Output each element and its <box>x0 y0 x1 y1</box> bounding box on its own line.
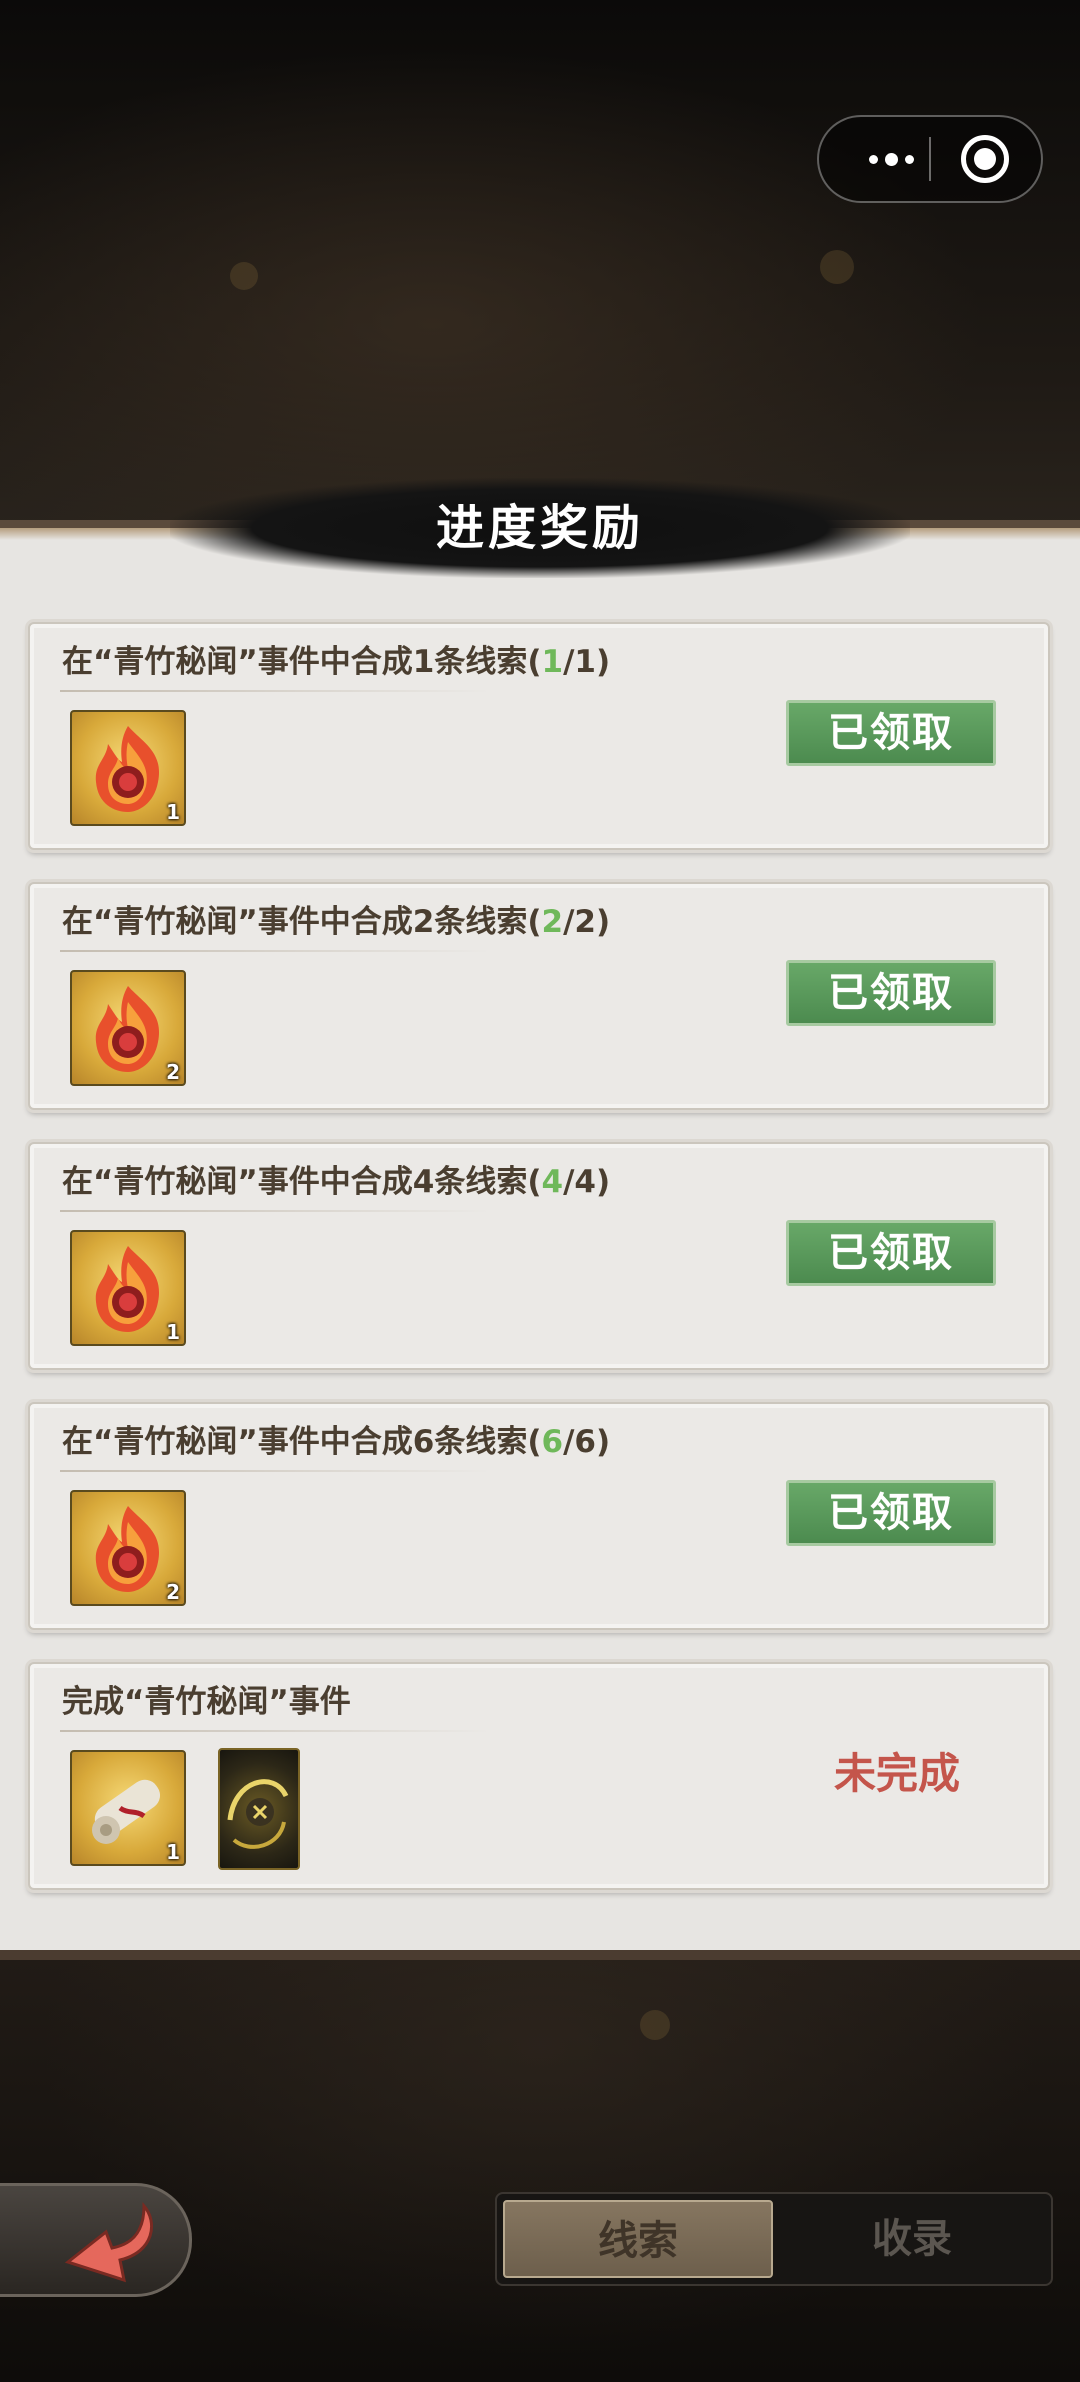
back-arrow-icon <box>64 2202 153 2283</box>
page-title: 进度奖励 <box>435 500 644 556</box>
capsule-divider <box>929 137 931 181</box>
reward-item[interactable]: 1 <box>70 1750 186 1866</box>
task-title: 在“青竹秘闻”事件中合成4条线索(4/4) <box>62 1164 611 1200</box>
background-ornament <box>640 2010 670 2040</box>
progress-done-count: 4 <box>541 1164 564 1200</box>
background-ornament <box>820 250 854 284</box>
reward-count: 1 <box>166 800 180 824</box>
claimed-button[interactable]: 已领取 <box>786 960 996 1026</box>
task-title: 在“青竹秘闻”事件中合成1条线索(1/1) <box>62 644 611 680</box>
claimed-button[interactable]: 已领取 <box>786 1480 996 1546</box>
task-card: 在“青竹秘闻”事件中合成6条线索(6/6) 2 已领取 <box>28 1402 1050 1630</box>
bottom-tab-bar: 线索 收录 <box>495 2192 1053 2286</box>
task-title: 完成“青竹秘闻”事件 <box>62 1684 351 1720</box>
reward-count: 2 <box>166 1060 180 1084</box>
more-dots-icon[interactable] <box>851 117 931 201</box>
task-card: 在“青竹秘闻”事件中合成1条线索(1/1) 1 已领取 <box>28 622 1050 850</box>
title-underline <box>60 1210 490 1212</box>
tab-clues[interactable]: 线索 <box>503 2200 773 2278</box>
target-circle-icon[interactable] <box>961 135 1009 183</box>
incomplete-status: 未完成 <box>833 1749 960 1798</box>
progress-done-count: 1 <box>541 644 564 680</box>
reward-item[interactable]: 1 <box>70 710 186 826</box>
task-title: 在“青竹秘闻”事件中合成6条线索(6/6) <box>62 1424 611 1460</box>
game-background-top <box>0 0 1080 540</box>
title-underline <box>60 950 490 952</box>
reward-count: 1 <box>166 1840 180 1864</box>
back-button[interactable] <box>0 2183 192 2297</box>
tab-collection[interactable]: 收录 <box>777 2200 1047 2278</box>
task-title: 在“青竹秘闻”事件中合成2条线索(2/2) <box>62 904 611 940</box>
reward-panel: 在“青竹秘闻”事件中合成1条线索(1/1) 1 已领取 在“青竹秘闻”事件中合成… <box>0 520 1080 1960</box>
reward-item[interactable]: 2 <box>70 1490 186 1606</box>
task-card: 完成“青竹秘闻”事件 1 未完成 <box>28 1662 1050 1890</box>
golden-swirl-icon <box>227 1779 289 1849</box>
title-underline <box>60 1470 490 1472</box>
reward-item[interactable]: 1 <box>70 1230 186 1346</box>
title-underline <box>60 690 490 692</box>
progress-done-count: 2 <box>541 904 564 940</box>
game-background-bottom <box>0 1960 1080 2382</box>
background-ornament <box>230 262 258 290</box>
task-card: 在“青竹秘闻”事件中合成2条线索(2/2) 2 已领取 <box>28 882 1050 1110</box>
title-underline <box>60 1730 490 1732</box>
progress-done-count: 6 <box>541 1424 564 1460</box>
claimed-button[interactable]: 已领取 <box>786 700 996 766</box>
miniprogram-capsule <box>817 115 1043 203</box>
reward-item[interactable] <box>218 1748 300 1870</box>
claimed-button[interactable]: 已领取 <box>786 1220 996 1286</box>
task-card: 在“青竹秘闻”事件中合成4条线索(4/4) 1 已领取 <box>28 1142 1050 1370</box>
reward-count: 2 <box>166 1580 180 1604</box>
reward-item[interactable]: 2 <box>70 970 186 1086</box>
reward-count: 1 <box>166 1320 180 1344</box>
